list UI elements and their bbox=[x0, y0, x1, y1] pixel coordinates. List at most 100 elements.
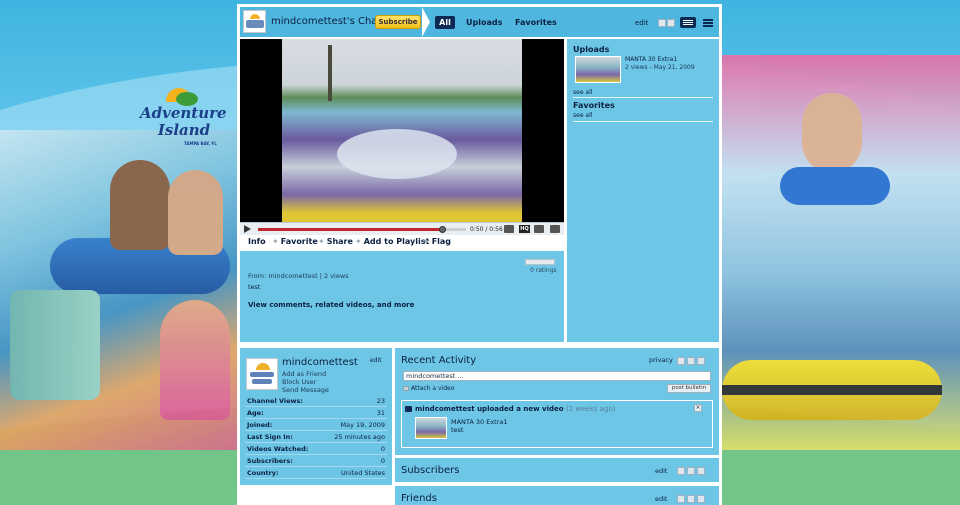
profile-avatar[interactable] bbox=[246, 358, 278, 390]
uploads-see-all[interactable]: see all bbox=[573, 89, 592, 96]
background-photo-left bbox=[0, 130, 238, 450]
action-share[interactable]: ✦ Share bbox=[318, 237, 353, 246]
hq-button[interactable]: HQ bbox=[519, 225, 530, 233]
upload-video-meta: 2 views - May 21, 2009 bbox=[625, 64, 695, 71]
channel-header: mindcomettest's Channel Subscribe All Up… bbox=[240, 7, 719, 37]
activity-item: mindcomettest uploaded a new video (2 we… bbox=[401, 400, 713, 448]
progress-bar[interactable] bbox=[258, 226, 466, 233]
favorite-icon: ✦ bbox=[272, 237, 279, 246]
playlist-icon: ✦ bbox=[355, 237, 362, 246]
divider bbox=[573, 121, 713, 122]
post-bulletin-button[interactable]: post bulletin bbox=[667, 384, 711, 393]
stat-label: Subscribers: bbox=[247, 457, 293, 465]
stat-label: Joined: bbox=[247, 421, 273, 429]
action-info[interactable]: Info bbox=[248, 237, 266, 246]
grid-view-icon[interactable] bbox=[700, 17, 716, 28]
logo-text-line1: Adventure bbox=[140, 104, 227, 122]
adventure-island-logo: Adventure Island TAMPA BAY, FL bbox=[140, 88, 227, 150]
fullscreen-icon[interactable] bbox=[550, 225, 560, 233]
action-add-to-playlist[interactable]: ✦ Add to Playlist bbox=[355, 237, 429, 246]
video-description: test bbox=[248, 283, 261, 291]
video-frame bbox=[282, 39, 522, 222]
profile-box: mindcomettest edit Add as Friend Block U… bbox=[240, 348, 392, 485]
move-down-icon[interactable] bbox=[687, 357, 695, 365]
video-player[interactable] bbox=[240, 39, 564, 222]
stat-label: Country: bbox=[247, 469, 279, 477]
channel-avatar[interactable] bbox=[243, 10, 266, 33]
timecode: 0:50 / 0:56 bbox=[470, 226, 503, 233]
subscribe-button[interactable]: Subscribe bbox=[375, 15, 421, 29]
collapse-icon[interactable] bbox=[697, 357, 705, 365]
stat-videos-watched: Videos Watched: 0 bbox=[245, 444, 387, 455]
play-icon[interactable] bbox=[244, 225, 251, 233]
arrow-left-icon[interactable] bbox=[658, 19, 666, 27]
share-icon: ✦ bbox=[318, 237, 325, 246]
from-line: From: mindcomettest | 2 views bbox=[248, 272, 349, 280]
video-actions: Info ✦ Favorite ✦ Share ✦ Add to Playlist ✦… bbox=[240, 236, 564, 250]
progress-fill bbox=[258, 228, 444, 231]
action-flag-label: Flag bbox=[431, 237, 452, 246]
action-playlist-label: Add to Playlist bbox=[363, 237, 430, 246]
stat-label: Channel Views: bbox=[247, 397, 303, 405]
block-user-link[interactable]: Block User bbox=[282, 378, 316, 386]
activity-video-title[interactable]: MANTA 30 Extra1 bbox=[451, 418, 508, 426]
subscribers-box: Subscribers edit bbox=[395, 458, 719, 482]
side-panel: Uploads MANTA 30 Extra1 2 views - May 21… bbox=[567, 39, 719, 342]
friends-edit-link[interactable]: edit bbox=[655, 495, 667, 503]
views-count: 2 views bbox=[324, 272, 349, 280]
volume-icon[interactable] bbox=[504, 225, 514, 233]
header-chevron bbox=[422, 7, 430, 37]
profile-name: mindcomettest bbox=[282, 357, 358, 368]
status-input[interactable]: mindcomettest ... bbox=[403, 371, 711, 381]
move-down-icon[interactable] bbox=[687, 495, 695, 503]
move-down-icon[interactable] bbox=[687, 467, 695, 475]
stat-value: 31 bbox=[376, 409, 385, 417]
action-flag[interactable]: ✦ Flag bbox=[423, 237, 451, 246]
action-favorite-label: Favorite bbox=[280, 237, 318, 246]
stat-value: 23 bbox=[376, 397, 385, 405]
from-user-link[interactable]: mindcomettest bbox=[268, 272, 317, 280]
widescreen-icon[interactable] bbox=[534, 225, 544, 233]
collapse-icon[interactable] bbox=[697, 495, 705, 503]
tab-uploads[interactable]: Uploads bbox=[466, 16, 502, 29]
activity-description: mindcomettest uploaded a new video bbox=[415, 405, 564, 413]
video-info-panel: 0 ratings From: mindcomettest | 2 views … bbox=[240, 251, 564, 342]
header-edit-link[interactable]: edit bbox=[635, 19, 648, 27]
favorites-see-all[interactable]: see all bbox=[573, 112, 592, 119]
attach-video-link[interactable]: Attach a video bbox=[411, 385, 454, 392]
activity-video-thumbnail[interactable] bbox=[415, 417, 447, 439]
arrow-right-icon[interactable] bbox=[667, 19, 675, 27]
uploads-heading: Uploads bbox=[573, 45, 610, 54]
close-icon[interactable]: × bbox=[694, 404, 702, 412]
scrub-handle[interactable] bbox=[439, 226, 447, 233]
privacy-link[interactable]: privacy bbox=[649, 356, 673, 364]
activity-video-description: test bbox=[451, 426, 464, 434]
add-as-friend-link[interactable]: Add as Friend bbox=[282, 370, 326, 378]
tab-all[interactable]: All bbox=[435, 16, 455, 29]
tab-favorites[interactable]: Favorites bbox=[515, 16, 557, 29]
upload-thumbnail[interactable] bbox=[575, 56, 621, 83]
subscribers-title: Subscribers bbox=[401, 465, 460, 476]
player-view-icon[interactable] bbox=[680, 17, 696, 28]
send-message-link[interactable]: Send Message bbox=[282, 386, 329, 394]
move-up-icon[interactable] bbox=[677, 495, 685, 503]
stat-joined: Joined: May 19, 2009 bbox=[245, 420, 387, 431]
move-up-icon[interactable] bbox=[677, 467, 685, 475]
upload-video-title[interactable]: MANTA 30 Extra1 bbox=[625, 56, 677, 63]
recent-activity-title: Recent Activity bbox=[401, 355, 477, 366]
divider bbox=[573, 97, 713, 98]
stat-age: Age: 31 bbox=[245, 408, 387, 419]
activity-text: mindcomettest uploaded a new video (2 we… bbox=[415, 405, 615, 413]
subscribers-edit-link[interactable]: edit bbox=[655, 467, 667, 475]
rating-stars[interactable] bbox=[525, 259, 555, 265]
channel-page: mindcomettest's Channel Subscribe All Up… bbox=[237, 4, 722, 505]
view-comments-link[interactable]: View comments, related videos, and more bbox=[248, 301, 414, 309]
stat-label: Videos Watched: bbox=[247, 445, 309, 453]
action-favorite[interactable]: ✦ Favorite bbox=[272, 237, 318, 246]
collapse-icon[interactable] bbox=[697, 467, 705, 475]
move-up-icon[interactable] bbox=[677, 357, 685, 365]
profile-edit-link[interactable]: edit bbox=[370, 357, 382, 364]
background-photo-right bbox=[722, 55, 960, 450]
from-prefix: From: bbox=[248, 272, 267, 280]
favorites-heading: Favorites bbox=[573, 101, 615, 110]
